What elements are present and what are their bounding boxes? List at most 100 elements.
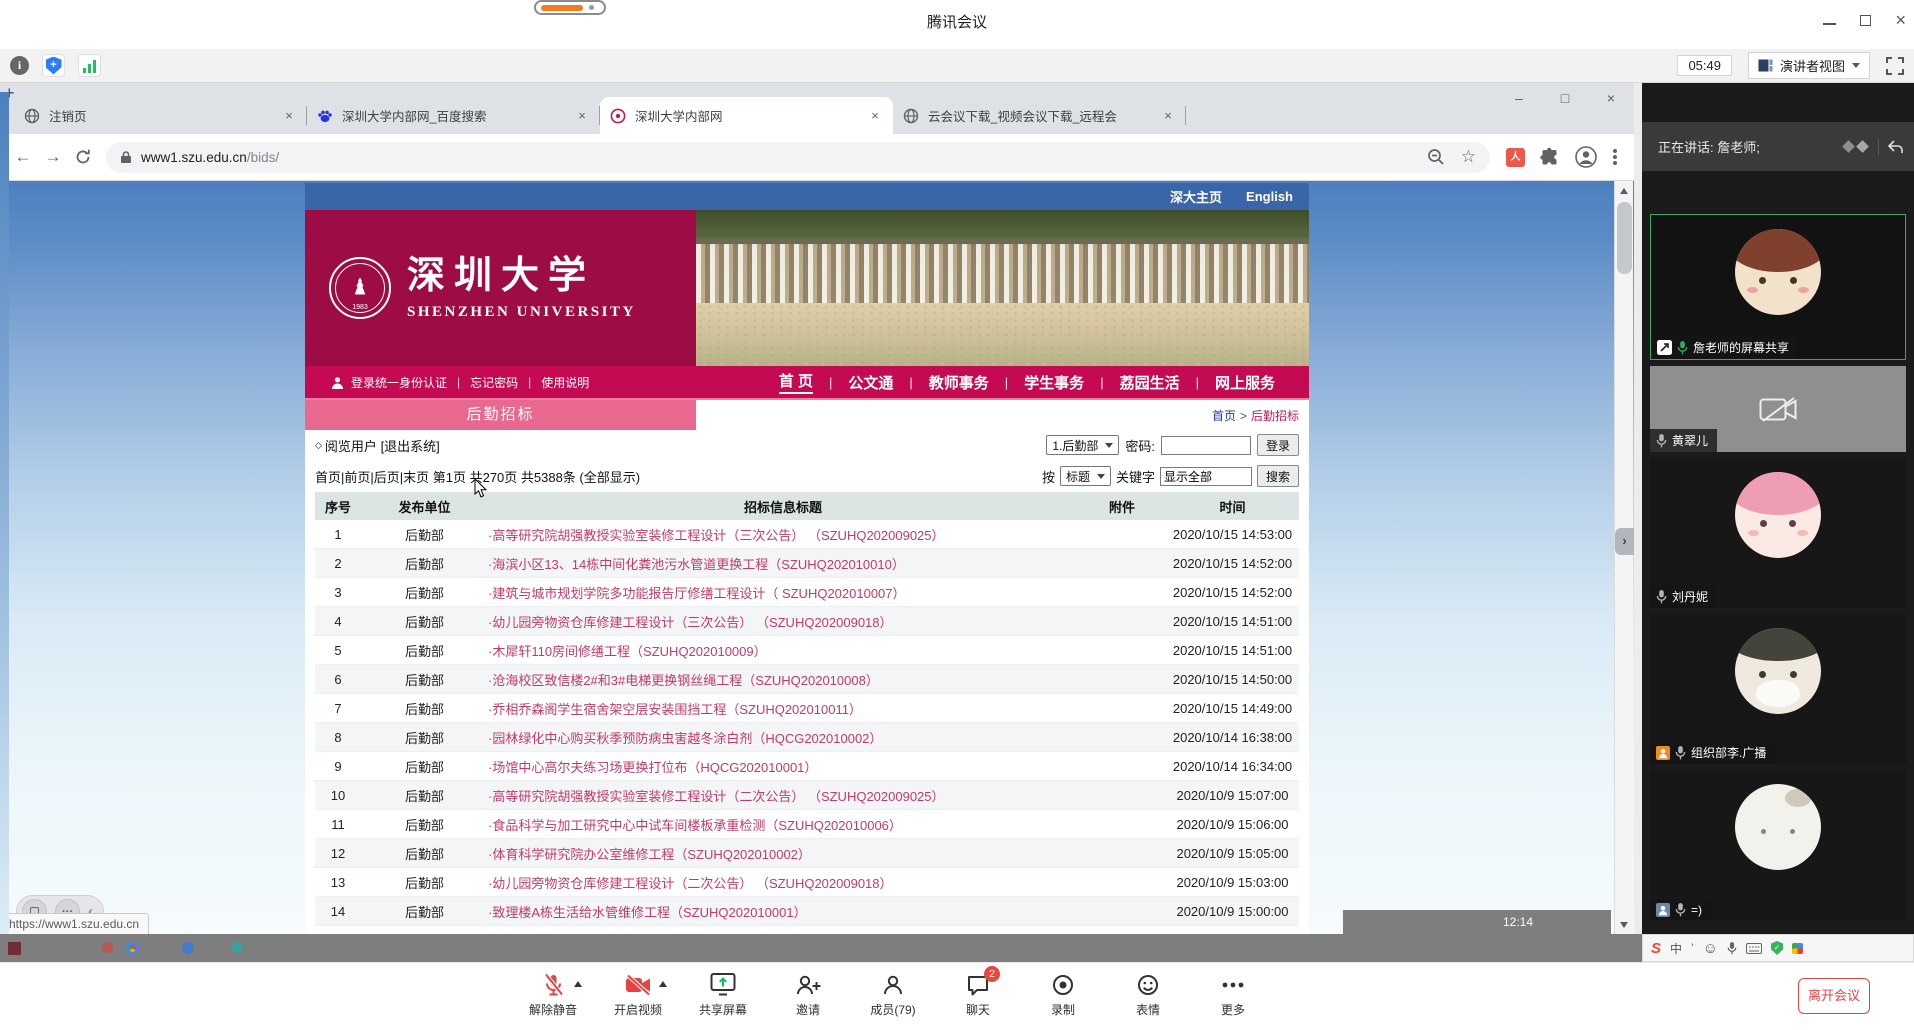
punctuation-icon[interactable]: ’ [1691,941,1694,955]
browser-menu-kebab-icon[interactable] [1612,148,1618,166]
participant-tile-1[interactable]: 黄翠儿 [1650,366,1906,452]
meeting-button-chat[interactable]: 聊天2 [946,971,1010,1018]
forward-button[interactable]: → [38,142,68,172]
network-signal-icon[interactable] [78,54,101,77]
bid-title-link[interactable]: ·体育科学研究院办公室维修工程（SZUHQ202010002） [488,844,1078,863]
toolbox-grid-icon[interactable] [1792,943,1803,954]
meeting-button-emoji[interactable]: 表情 [1116,971,1180,1018]
taskbar-app-icon[interactable] [8,942,21,955]
bid-title-link[interactable]: ·木犀轩110房间修缮工程（SZUHQ202010009） [488,641,1078,660]
emoji-picker-icon[interactable]: ☺ [1703,940,1718,957]
taskbar-app-icon[interactable] [232,942,243,953]
nav-item-0[interactable]: 首 页 [779,370,813,394]
participant-tile-0[interactable]: 詹老师的屏幕共享 [1650,214,1906,360]
sidebar-collapse-handle[interactable]: › [1615,528,1634,555]
meeting-button-mic-off[interactable]: 解除静音 [521,971,585,1018]
sogou-logo-icon[interactable]: S [1651,940,1661,957]
browser-tab-2[interactable]: 深圳大学内部网× [600,97,893,134]
browser-tab-3[interactable]: 云会议下载_视频会议下载_远程会× [893,97,1186,134]
profile-avatar-icon[interactable] [1575,146,1597,168]
pdf-extension-icon[interactable]: 人 [1506,148,1525,167]
link-szu-home[interactable]: 深大主页 [1170,187,1222,206]
bid-title-link[interactable]: ·园林绿化中心购买秋季预防病虫害越冬涂白剂（HQCG202010002） [488,728,1078,747]
login-link-0[interactable]: 登录统一身份认证 [351,374,447,391]
options-caret-icon[interactable] [574,981,582,987]
participant-tile-2[interactable]: 刘丹妮 [1650,458,1906,608]
login-button[interactable]: 登录 [1257,434,1299,456]
browser-maximize-button[interactable]: □ [1542,83,1588,116]
taskbar-app-icon[interactable] [182,942,194,954]
security-shield-icon[interactable]: + [42,54,65,77]
meeting-button-members[interactable]: 成员(79) [861,971,925,1018]
browser-tab-0[interactable]: 注销页× [14,97,307,134]
taskbar-chrome-icon[interactable] [126,942,139,955]
meeting-button-invite[interactable]: 邀请 [776,971,840,1018]
bid-title-link[interactable]: ·场馆中心高尔夫练习场更换打位布（HQCG202010001） [488,757,1078,776]
nav-item-1[interactable]: 公文通 [848,372,893,393]
bookmark-star-icon[interactable]: ☆ [1461,147,1476,167]
zoom-out-icon[interactable] [1427,148,1445,166]
leave-meeting-button[interactable]: 离开会议 [1798,978,1870,1014]
bid-title-link[interactable]: ·沧海校区致信楼2#和3#电梯更换钢丝绳工程（SZUHQ202010008） [488,670,1078,689]
view-mode-dropdown[interactable]: 演讲者视图 [1748,52,1870,79]
sogou-input-bar[interactable]: S 中 ’ ☺ ✓ [1642,934,1914,962]
extensions-puzzle-icon[interactable] [1540,147,1560,167]
back-button[interactable]: ← [8,142,38,172]
link-english[interactable]: English [1246,189,1293,204]
tab-close-icon[interactable]: × [867,108,883,124]
keyword-input[interactable] [1160,467,1252,486]
bid-title-link[interactable]: ·幼儿园旁物资仓库修建工程设计（三次公告） （SZUHQ202009018） [488,612,1078,631]
browser-close-button[interactable]: × [1588,83,1634,116]
bid-title-link[interactable]: ·海滨小区13、14栋中间化粪池污水管道更换工程（SZUHQ202010010） [488,554,1078,573]
url-input[interactable]: www1.szu.edu.cn/bids/ ☆ [106,142,1490,173]
bid-title-link[interactable]: ·乔相乔森阁学生宿舍架空层安装围挡工程（SZUHQ202010011） [488,699,1078,718]
bid-title-link[interactable]: ·建筑与城市规划学院多功能报告厅修缮工程设计（ SZUHQ202010007） [488,583,1078,602]
login-link-1[interactable]: 忘记密码 [470,374,518,391]
nav-item-5[interactable]: 网上服务 [1215,372,1275,393]
scrollbar-thumb[interactable] [1617,202,1632,274]
bid-title-link[interactable]: ·高等研究院胡强教授实验室装修工程设计（二次公告） （SZUHQ20200902… [488,786,1078,805]
meeting-button-record[interactable]: 录制 [1031,971,1095,1018]
nav-item-3[interactable]: 学生事务 [1024,372,1084,393]
nav-item-4[interactable]: 荔园生活 [1120,372,1180,393]
nav-item-2[interactable]: 教师事务 [929,372,989,393]
tab-close-icon[interactable]: × [1160,108,1176,124]
meeting-button-more[interactable]: 更多 [1201,971,1265,1018]
section-tab-logistics-bids[interactable]: 后勤招标 [305,400,696,430]
bid-title-link[interactable]: ·致理楼A栋生活给水管维修工程（SZUHQ202010001） [488,902,1078,921]
voice-input-icon[interactable] [1727,941,1737,955]
tab-close-icon[interactable]: × [574,108,590,124]
breadcrumb-home-link[interactable]: 首页 [1212,409,1236,423]
bid-title-link[interactable]: ·高等研究院胡强教授实验室装修工程设计（三次公告） （SZUHQ20200902… [488,525,1078,544]
input-lang-indicator[interactable]: 中 [1670,940,1682,957]
minimize-button[interactable] [1823,23,1836,25]
security-check-icon[interactable]: ✓ [1771,941,1783,955]
restore-button[interactable] [1860,15,1871,26]
close-button[interactable]: × [1895,11,1906,29]
login-link-2[interactable]: 使用说明 [541,374,589,391]
tab-close-icon[interactable]: × [281,108,297,124]
keyboard-icon[interactable] [1746,943,1762,954]
page-scrollbar[interactable] [1614,181,1633,934]
browser-tab-1[interactable]: 深圳大学内部网_百度搜索× [307,97,600,134]
logout-link[interactable]: [退出系统] [381,436,440,455]
password-field[interactable] [1161,436,1251,455]
meeting-button-camera-off[interactable]: 开启视频 [606,971,670,1018]
scroll-up-arrow-icon[interactable] [1615,181,1633,200]
search-field-select[interactable]: 标题 [1060,466,1111,486]
scroll-down-arrow-icon[interactable] [1615,915,1633,934]
meeting-button-share-screen[interactable]: 共享屏幕 [691,971,755,1018]
participant-tile-4[interactable]: =) [1650,770,1906,920]
browser-minimize-button[interactable]: – [1496,83,1542,116]
bid-title-link[interactable]: ·幼儿园旁物资仓库修建工程设计（二次公告） （SZUHQ202009018） [488,873,1078,892]
fullscreen-button[interactable] [1886,57,1904,75]
bid-title-link[interactable]: ·食品科学与加工研究中心中试车间楼板承重检测（SZUHQ202010006） [488,815,1078,834]
search-button[interactable]: 搜索 [1257,465,1299,487]
department-select[interactable]: 1.后勤部 [1046,435,1119,455]
meeting-info-icon[interactable]: i [10,56,29,75]
options-caret-icon[interactable] [659,981,667,987]
taskbar-app-icon[interactable] [102,942,113,953]
back-reply-arrow-icon[interactable] [1887,139,1904,154]
reload-button[interactable] [68,142,98,172]
participant-tile-3[interactable]: 组织部李.广播 [1650,614,1906,764]
